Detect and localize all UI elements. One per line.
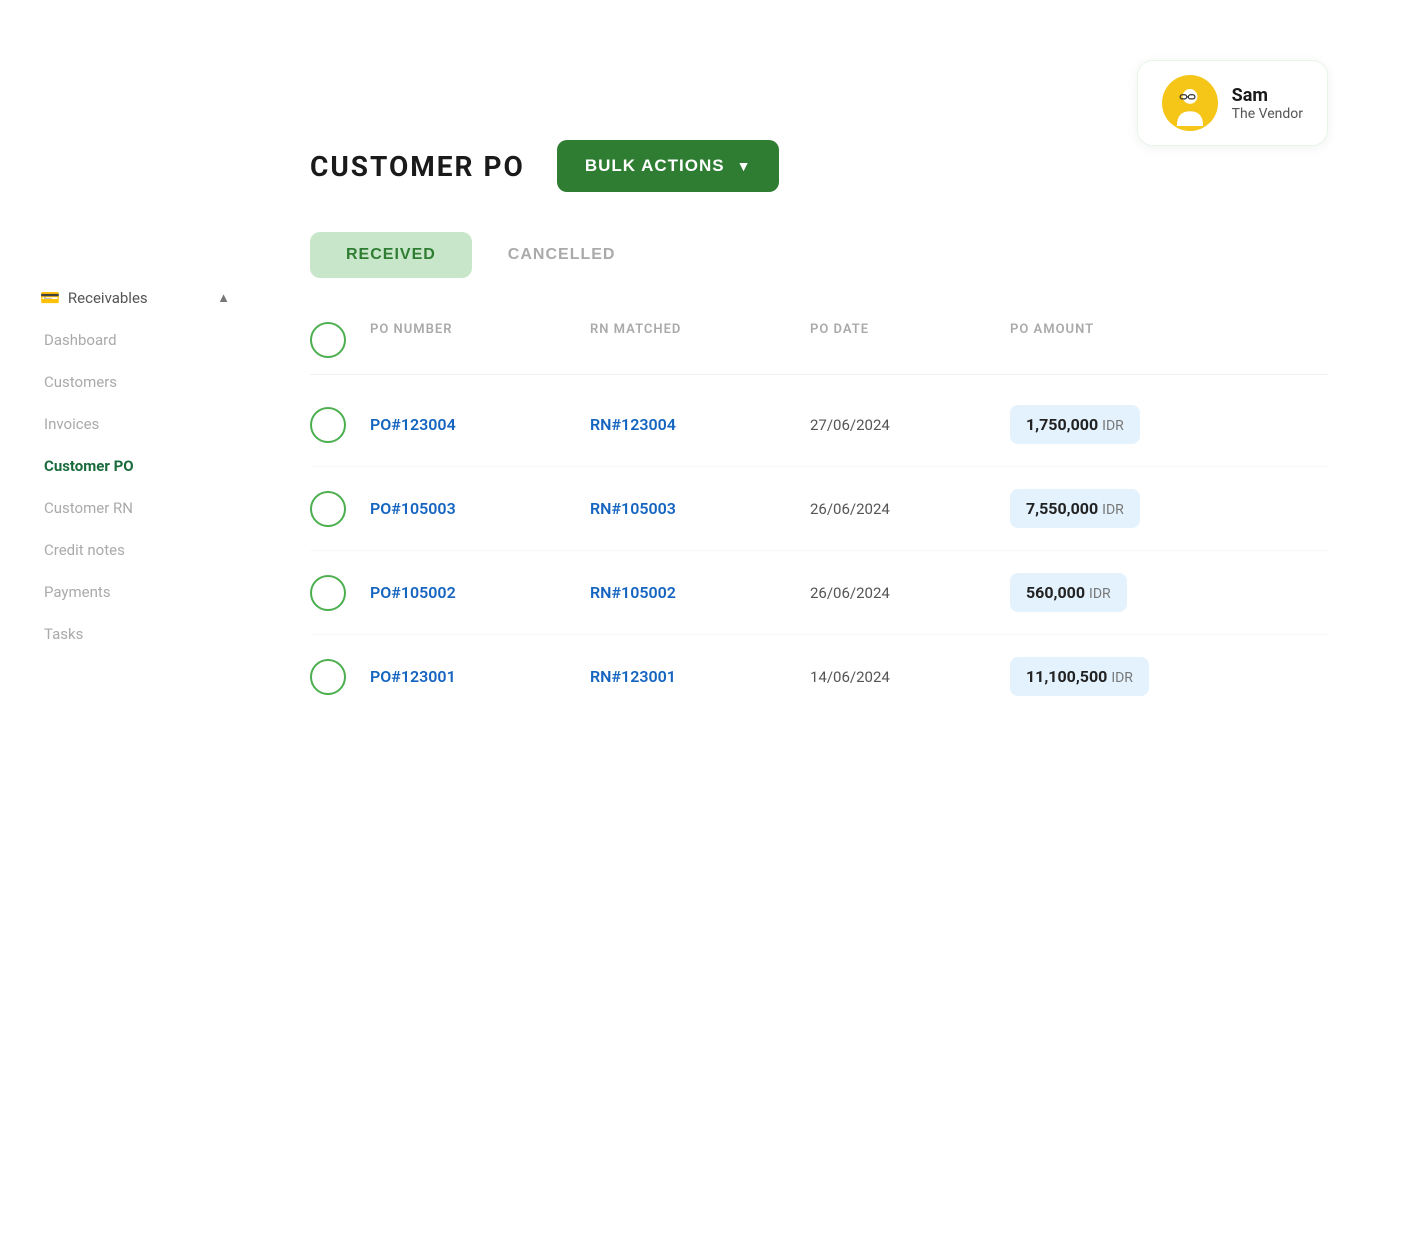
amount-currency-0: IDR	[1102, 418, 1124, 434]
po-link-0[interactable]: PO#123004	[370, 415, 456, 434]
row-po-amount: 560,000 IDR	[1010, 573, 1250, 612]
sidebar-group-label: Receivables	[68, 289, 148, 307]
table-container: PO NUMBER RN MATCHED PO DATE PO AMOUNT P…	[310, 314, 1328, 718]
amount-badge-3: 11,100,500 IDR	[1010, 657, 1149, 696]
amount-number-1: 7,550,000	[1026, 499, 1098, 518]
bulk-actions-button[interactable]: BULK ACTIONS ▼	[557, 140, 780, 192]
amount-number-3: 11,100,500	[1026, 667, 1107, 686]
sidebar: 💳 Receivables ▲ Dashboard Customers Invo…	[0, 0, 230, 653]
th-po-amount: PO AMOUNT	[1010, 322, 1250, 358]
th-checkbox	[310, 322, 370, 358]
rn-link-1[interactable]: RN#105003	[590, 499, 676, 518]
sidebar-section: 💳 Receivables ▲ Dashboard Customers Invo…	[40, 280, 230, 653]
row-po-amount: 7,550,000 IDR	[1010, 489, 1250, 528]
th-po-number: PO NUMBER	[370, 322, 590, 358]
amount-number-2: 560,000	[1026, 583, 1085, 602]
tab-received[interactable]: RECEIVED	[310, 232, 472, 278]
row-po-date: 27/06/2024	[810, 416, 1010, 434]
row-rn-matched: RN#105002	[590, 583, 810, 602]
chevron-down-icon: ▼	[737, 158, 752, 174]
amount-badge-2: 560,000 IDR	[1010, 573, 1127, 612]
table-row: PO#105002 RN#105002 26/06/2024 560,000 I…	[310, 551, 1328, 635]
sidebar-item-tasks[interactable]: Tasks	[40, 615, 230, 653]
row-po-number: PO#105002	[370, 583, 590, 602]
sidebar-item-invoices[interactable]: Invoices	[40, 405, 230, 443]
row-checkbox-2[interactable]	[310, 575, 346, 611]
amount-badge-0: 1,750,000 IDR	[1010, 405, 1140, 444]
table-header: PO NUMBER RN MATCHED PO DATE PO AMOUNT	[310, 314, 1328, 375]
row-checkbox-col	[310, 659, 370, 695]
amount-currency-1: IDR	[1102, 502, 1124, 518]
amount-number-0: 1,750,000	[1026, 415, 1098, 434]
amount-badge-1: 7,550,000 IDR	[1010, 489, 1140, 528]
row-po-date: 26/06/2024	[810, 584, 1010, 602]
amount-currency-2: IDR	[1089, 586, 1111, 602]
row-po-number: PO#105003	[370, 499, 590, 518]
sidebar-item-customer-po[interactable]: Customer PO	[40, 447, 230, 485]
select-all-checkbox[interactable]	[310, 322, 346, 358]
page-header: CUSTOMER PO BULK ACTIONS ▼	[310, 140, 1328, 192]
row-po-amount: 1,750,000 IDR	[1010, 405, 1250, 444]
po-link-1[interactable]: PO#105003	[370, 499, 456, 518]
row-po-date: 26/06/2024	[810, 500, 1010, 518]
chevron-up-icon: ▲	[217, 290, 230, 306]
po-link-2[interactable]: PO#105002	[370, 583, 456, 602]
row-po-amount: 11,100,500 IDR	[1010, 657, 1250, 696]
receivables-icon: 💳	[40, 288, 60, 307]
sidebar-item-payments[interactable]: Payments	[40, 573, 230, 611]
table-body: PO#123004 RN#123004 27/06/2024 1,750,000…	[310, 383, 1328, 718]
rn-link-2[interactable]: RN#105002	[590, 583, 676, 602]
sidebar-item-credit-notes[interactable]: Credit notes	[40, 531, 230, 569]
row-checkbox-col	[310, 407, 370, 443]
page-title: CUSTOMER PO	[310, 150, 525, 183]
bulk-actions-label: BULK ACTIONS	[585, 156, 725, 176]
row-checkbox-col	[310, 491, 370, 527]
row-checkbox-0[interactable]	[310, 407, 346, 443]
rn-link-3[interactable]: RN#123001	[590, 667, 676, 686]
th-po-date: PO DATE	[810, 322, 1010, 358]
main-content: CUSTOMER PO BULK ACTIONS ▼ RECEIVED CANC…	[230, 0, 1408, 778]
sidebar-item-customers[interactable]: Customers	[40, 363, 230, 401]
row-po-number: PO#123001	[370, 667, 590, 686]
sidebar-group-receivables[interactable]: 💳 Receivables ▲	[40, 280, 230, 315]
table-row: PO#123004 RN#123004 27/06/2024 1,750,000…	[310, 383, 1328, 467]
row-checkbox-1[interactable]	[310, 491, 346, 527]
tabs: RECEIVED CANCELLED	[310, 232, 1328, 278]
row-po-date: 14/06/2024	[810, 668, 1010, 686]
row-rn-matched: RN#123001	[590, 667, 810, 686]
po-link-3[interactable]: PO#123001	[370, 667, 456, 686]
row-rn-matched: RN#123004	[590, 415, 810, 434]
row-checkbox-3[interactable]	[310, 659, 346, 695]
table-row: PO#105003 RN#105003 26/06/2024 7,550,000…	[310, 467, 1328, 551]
tab-cancelled[interactable]: CANCELLED	[472, 232, 652, 278]
row-po-number: PO#123004	[370, 415, 590, 434]
table-row: PO#123001 RN#123001 14/06/2024 11,100,50…	[310, 635, 1328, 718]
amount-currency-3: IDR	[1111, 670, 1133, 686]
row-rn-matched: RN#105003	[590, 499, 810, 518]
sidebar-item-customer-rn[interactable]: Customer RN	[40, 489, 230, 527]
th-rn-matched: RN MATCHED	[590, 322, 810, 358]
sidebar-item-dashboard[interactable]: Dashboard	[40, 321, 230, 359]
row-checkbox-col	[310, 575, 370, 611]
rn-link-0[interactable]: RN#123004	[590, 415, 676, 434]
